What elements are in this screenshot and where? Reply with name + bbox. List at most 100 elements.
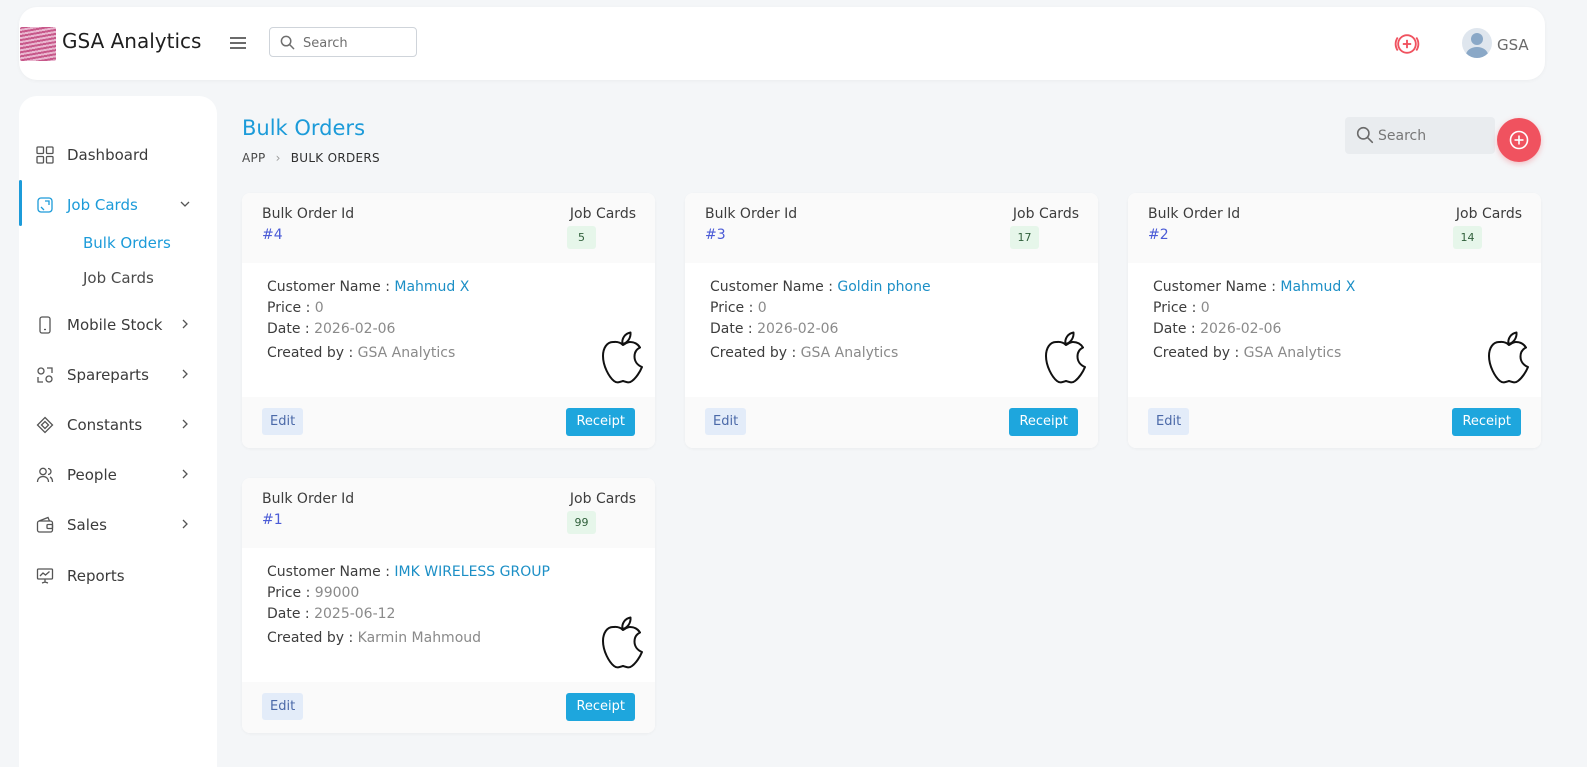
breadcrumb-app[interactable]: APP: [242, 151, 266, 165]
card-header: Bulk Order Id #1 Job Cards 99: [242, 478, 655, 548]
sidebar-item-label: Constants: [67, 416, 143, 434]
chevron-right-icon: [182, 319, 188, 329]
chevron-right-icon: [182, 419, 188, 429]
sidebar-item-reports[interactable]: Reports: [19, 558, 217, 594]
date-value: 2026-02-06: [314, 321, 396, 337]
created-by-label: Created by :: [267, 345, 354, 361]
bulk-order-card: Bulk Order Id #1 Job Cards 99 Customer N…: [242, 478, 655, 733]
date-label: Date :: [710, 321, 753, 337]
sidebar-item-people[interactable]: People: [19, 457, 217, 493]
sidebar-item-spareparts[interactable]: Spareparts: [19, 357, 217, 393]
breadcrumb: APP › BULK ORDERS: [242, 151, 380, 165]
chevron-right-icon: [182, 369, 188, 379]
customer-name-link[interactable]: IMK WIRELESS GROUP: [394, 564, 550, 580]
presentation-chart-icon: [36, 568, 54, 584]
hamburger-menu-icon[interactable]: [230, 37, 246, 49]
price-row: Price : 0: [267, 300, 324, 316]
date-row: Date : 2025-06-12: [267, 606, 395, 622]
bulk-order-id-label: Bulk Order Id: [1148, 206, 1241, 222]
created-by-row: Created by : GSA Analytics: [710, 345, 898, 361]
customer-name-label: Customer Name :: [267, 279, 390, 295]
created-by-value: Karmin Mahmoud: [357, 630, 482, 646]
brand-name: GSA Analytics: [62, 29, 202, 53]
sidebar: Dashboard Job Cards Bulk Orders Job Card…: [19, 96, 217, 767]
bulk-order-id-label: Bulk Order Id: [705, 206, 798, 222]
created-by-value: GSA Analytics: [800, 345, 899, 361]
receipt-button[interactable]: Receipt: [566, 693, 635, 721]
customer-name-link[interactable]: Goldin phone: [837, 279, 930, 295]
search-icon: [280, 35, 295, 50]
sidebar-subitem-job-cards[interactable]: Job Cards: [83, 269, 154, 287]
price-value: 0: [1200, 300, 1210, 316]
bulk-orders-search-input[interactable]: [1378, 125, 1488, 147]
sidebar-item-constants[interactable]: Constants: [19, 407, 217, 443]
sidebar-item-label: Job Cards: [67, 196, 138, 214]
sidebar-item-label: Dashboard: [67, 146, 149, 164]
card-body: Customer Name : Mahmud X Price : 0 Date …: [242, 263, 655, 397]
people-icon: [36, 467, 54, 483]
price-label: Price :: [1153, 300, 1197, 316]
wallet-icon: [36, 516, 54, 533]
edit-button[interactable]: Edit: [705, 408, 747, 435]
price-label: Price :: [267, 585, 311, 601]
add-circle-icon[interactable]: [1394, 31, 1420, 57]
bulk-order-id-link[interactable]: #2: [1148, 227, 1169, 243]
job-cards-label: Job Cards: [1012, 206, 1079, 222]
bulk-order-id-link[interactable]: #4: [262, 227, 283, 243]
created-by-row: Created by : GSA Analytics: [1153, 345, 1341, 361]
receipt-button[interactable]: Receipt: [566, 408, 635, 436]
date-label: Date :: [1153, 321, 1196, 337]
breadcrumb-current: BULK ORDERS: [290, 151, 380, 165]
date-value: 2026-02-06: [1200, 321, 1282, 337]
bulk-order-id-link[interactable]: #1: [262, 512, 283, 528]
apple-icon: [1488, 331, 1529, 384]
receipt-button[interactable]: Receipt: [1452, 408, 1521, 436]
date-value: 2025-06-12: [314, 606, 396, 622]
job-cards-label: Job Cards: [569, 206, 636, 222]
user-avatar[interactable]: [1462, 28, 1492, 58]
breadcrumb-separator-icon: ›: [275, 151, 281, 165]
apple-icon: [602, 331, 643, 384]
job-cards-label: Job Cards: [1455, 206, 1522, 222]
chevron-right-icon: [182, 519, 188, 529]
created-by-row: Created by : Karmin Mahmoud: [267, 630, 481, 646]
card-body: Customer Name : IMK WIRELESS GROUP Price…: [242, 548, 655, 682]
user-name[interactable]: GSA: [1497, 36, 1529, 54]
sidebar-item-label: Reports: [67, 567, 125, 585]
job-cards-count-badge: 14: [1453, 226, 1482, 249]
sidebar-item-sales[interactable]: Sales: [19, 507, 217, 543]
job-cards-label: Job Cards: [569, 491, 636, 507]
receipt-button[interactable]: Receipt: [1009, 408, 1078, 436]
chevron-right-icon: [182, 469, 188, 479]
edit-button[interactable]: Edit: [1148, 408, 1190, 435]
sidebar-item-mobile-stock[interactable]: Mobile Stock: [19, 307, 217, 343]
customer-name-label: Customer Name :: [710, 279, 833, 295]
date-label: Date :: [267, 606, 310, 622]
top-search-box[interactable]: [269, 27, 417, 57]
job-cards-count-badge: 99: [567, 511, 596, 534]
search-icon: [1356, 126, 1374, 144]
add-bulk-order-button[interactable]: [1497, 118, 1541, 162]
top-search-input[interactable]: [303, 33, 408, 53]
sidebar-item-job-cards[interactable]: Job Cards: [19, 187, 217, 223]
edit-button[interactable]: Edit: [262, 408, 304, 435]
bulk-order-card: Bulk Order Id #4 Job Cards 5 Customer Na…: [242, 193, 655, 448]
card-header: Bulk Order Id #3 Job Cards 17: [685, 193, 1098, 263]
bulk-order-id-link[interactable]: #3: [705, 227, 726, 243]
price-value: 0: [757, 300, 767, 316]
customer-name-link[interactable]: Mahmud X: [394, 279, 469, 295]
price-row: Price : 0: [710, 300, 767, 316]
sidebar-subitem-bulk-orders[interactable]: Bulk Orders: [83, 234, 171, 252]
price-label: Price :: [710, 300, 754, 316]
job-cards-count-badge: 5: [567, 226, 596, 249]
bulk-orders-search-box[interactable]: [1345, 117, 1495, 154]
job-card-icon: [37, 197, 53, 213]
created-by-value: GSA Analytics: [357, 345, 456, 361]
mobile-icon: [39, 316, 51, 334]
sidebar-item-dashboard[interactable]: Dashboard: [19, 137, 217, 173]
edit-button[interactable]: Edit: [262, 693, 304, 720]
customer-name-link[interactable]: Mahmud X: [1280, 279, 1355, 295]
customer-row: Customer Name : Mahmud X: [1153, 279, 1355, 295]
created-by-label: Created by :: [267, 630, 354, 646]
plus-circle-icon: [1509, 130, 1529, 150]
